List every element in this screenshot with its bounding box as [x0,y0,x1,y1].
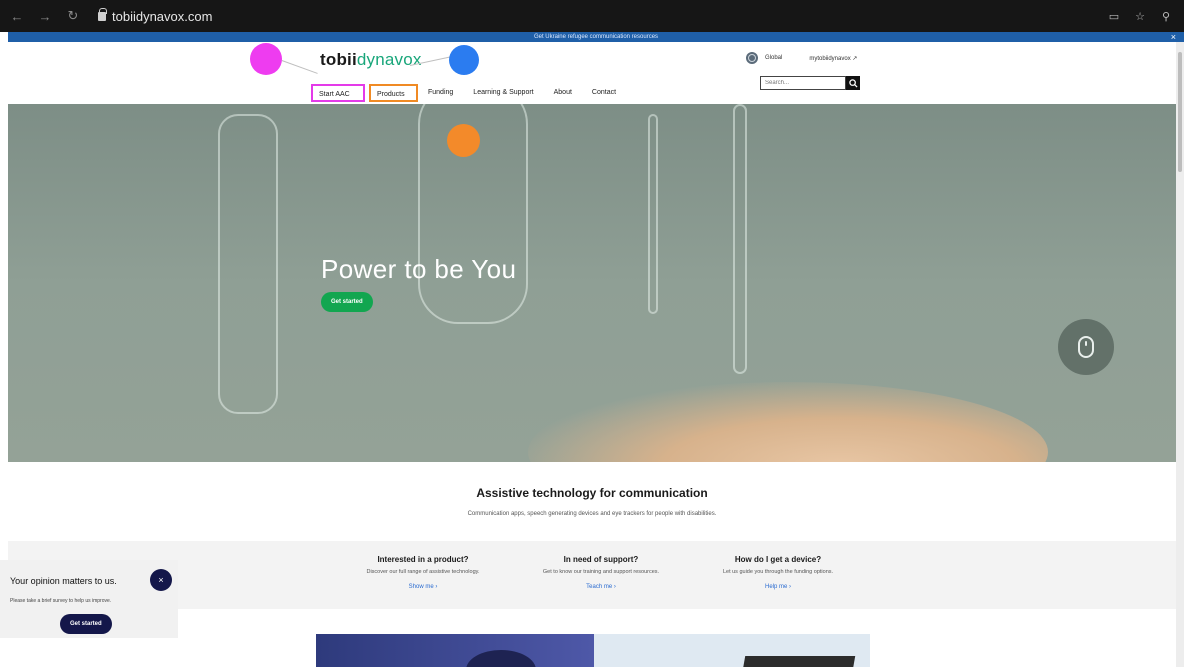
survey-desc: Please take a brief survey to help us im… [10,598,112,604]
search-form [760,76,860,90]
region-label: Global [765,55,783,61]
nav-contact[interactable]: Contact [582,84,626,102]
annotation-dot-orange [447,124,480,157]
annotation-dot-magenta [250,43,282,75]
chalk-stroke [733,104,747,374]
search-icon [848,78,858,88]
chalk-stroke [648,114,658,314]
bookmark-icon[interactable]: ☆ [1132,8,1148,24]
logo-bold-text: tobii [320,50,357,69]
feature-band: Interested in a product? Discover our fu… [8,541,1176,609]
region-selector[interactable]: Global mytobiidynavox ↗ [746,52,857,64]
promo-image-right[interactable] [594,634,870,667]
feature-title: How do I get a device? [734,555,822,564]
survey-get-started-button[interactable]: Get started [60,614,112,634]
feature-support: In need of support? Get to know our trai… [506,555,696,590]
feature-link-help-me[interactable]: Help me › [683,584,873,590]
scrollbar-thumb[interactable] [1178,52,1182,172]
feature-product: Interested in a product? Discover our fu… [328,555,518,590]
feature-link-show-me[interactable]: Show me › [328,584,518,590]
search-button[interactable] [846,76,860,90]
nav-products[interactable]: Products [369,84,418,102]
survey-close-button[interactable]: × [150,569,172,591]
globe-icon [746,52,758,64]
banner-close-icon[interactable]: × [1171,32,1176,42]
address-bar[interactable]: tobiidynavox.com [98,7,213,24]
hero-section: Power to be You Get started [8,104,1176,462]
nav-funding[interactable]: Funding [418,84,463,102]
lock-icon [98,7,107,21]
browser-toolbar: ← → ↻ tobiidynavox.com ▭ ☆ ⚲ [0,0,1184,32]
scroll-down-button[interactable] [1058,319,1114,375]
promo-image-left[interactable] [316,634,594,667]
feature-desc: Discover our full range of assistive tec… [366,569,480,575]
page-scrollbar[interactable] [1176,42,1184,667]
survey-title: Your opinion matters to us. [10,576,117,586]
logo-light-text: dynavox [356,50,422,69]
feature-link-teach-me[interactable]: Teach me › [506,584,696,590]
feature-desc: Let us guide you through the funding opt… [722,569,834,575]
mouse-icon [1078,336,1094,358]
site-logo[interactable]: tobiidynavox [320,50,422,70]
survey-popup: Your opinion matters to us. × Please tak… [0,560,178,638]
section-title: Assistive technology for communication [476,486,708,500]
nav-learning-support[interactable]: Learning & Support [463,84,543,102]
reload-icon[interactable]: ↻ [62,5,84,27]
hero-title: Power to be You [321,254,517,284]
annotation-dot-blue [449,45,479,75]
search-input[interactable] [760,76,846,90]
feature-desc: Get to know our training and support res… [542,569,660,575]
site-header: tobiidynavox Global mytobiidynavox ↗ Sta… [8,42,1176,104]
hero-get-started-button[interactable]: Get started [321,292,373,312]
hand-image [528,382,1048,462]
feature-title: In need of support? [563,555,639,564]
cast-icon[interactable]: ▭ [1106,8,1122,24]
nav-about[interactable]: About [544,84,582,102]
back-icon[interactable]: ← [6,5,28,27]
banner-text[interactable]: Get Ukraine refugee communication resour… [534,34,658,40]
feature-device: How do I get a device? Let us guide you … [683,555,873,590]
url-text: tobiidynavox.com [112,8,213,24]
ukraine-banner[interactable]: Get Ukraine refugee communication resour… [8,32,1184,42]
forward-icon[interactable]: → [34,5,56,27]
zoom-icon[interactable]: ⚲ [1158,8,1174,24]
section-subtitle: Communication apps, speech generating de… [467,511,717,517]
feature-title: Interested in a product? [377,555,469,564]
account-link[interactable]: mytobiidynavox ↗ [809,55,857,62]
nav-start-aac[interactable]: Start AAC [311,84,365,102]
chalk-stroke [218,114,278,414]
main-nav: Start AAC Products Funding Learning & Su… [311,84,626,102]
